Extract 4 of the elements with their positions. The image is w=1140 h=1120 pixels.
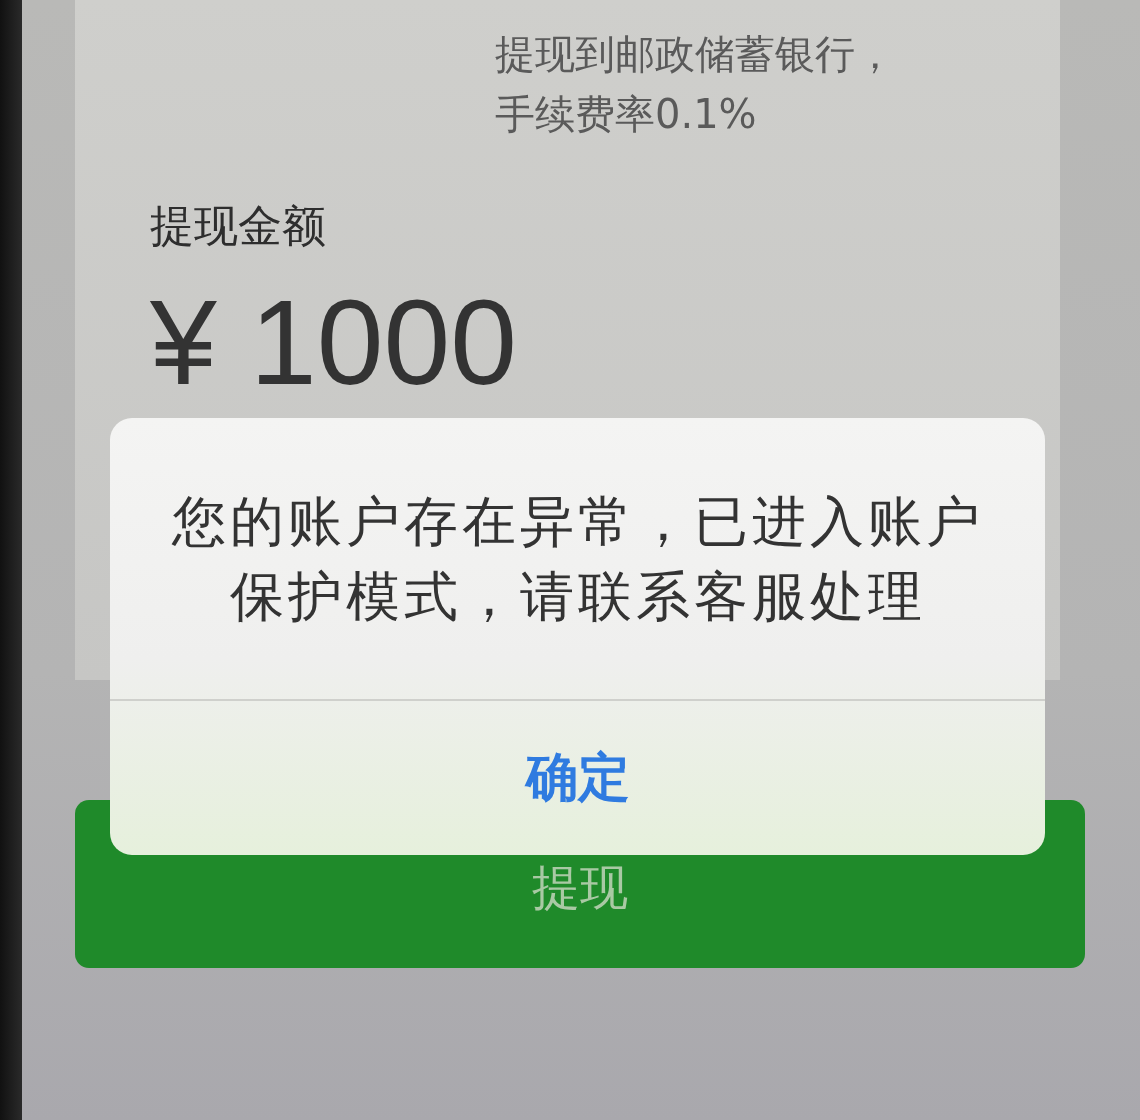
alert-message: 您的账户存在异常，已进入账户保护模式，请联系客服处理: [170, 488, 985, 630]
amount-input[interactable]: ¥ 1000: [150, 282, 518, 402]
fee-note: 提现到邮政储蓄银行，手续费率0.1%: [495, 30, 896, 139]
amount-label: 提现金额: [150, 199, 326, 253]
